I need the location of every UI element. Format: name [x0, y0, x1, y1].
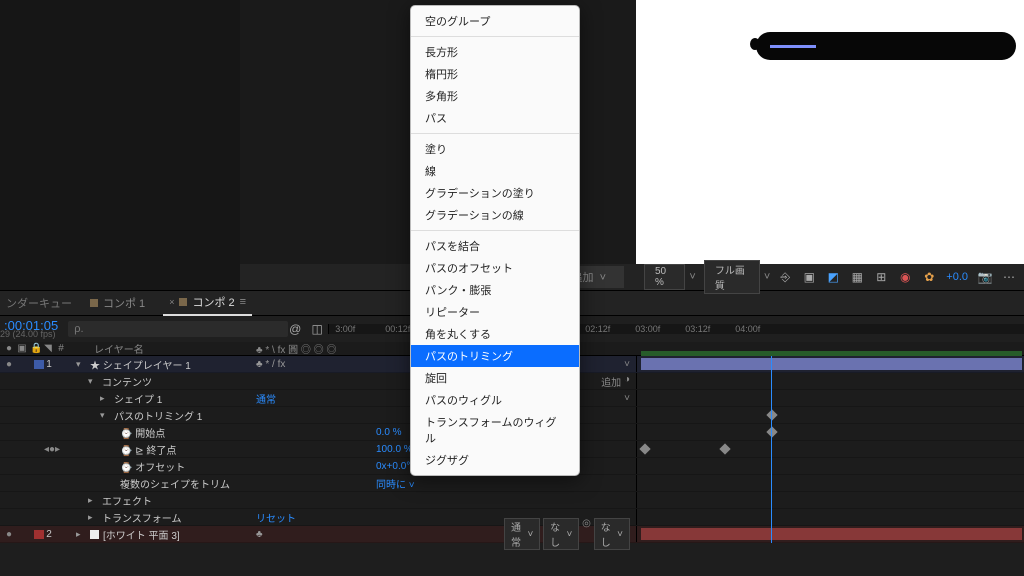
audio-icon[interactable]: ▣ — [17, 343, 27, 354]
grid-icon[interactable]: ▦ — [850, 270, 864, 284]
quality-select[interactable]: フル画質 — [704, 260, 760, 294]
menu-fill[interactable]: 塗り — [411, 138, 579, 160]
layer-search[interactable]: ρ. — [68, 321, 288, 337]
graph-icon[interactable]: ◫ — [310, 322, 324, 336]
gear-icon[interactable]: ✿ — [922, 270, 936, 284]
add-context-menu: 空のグループ 長方形 楕円形 多角形 パス 塗り 線 グラデーションの塗り グラ… — [410, 5, 580, 476]
crop-icon[interactable]: ▣ — [802, 270, 816, 284]
menu-wiggle-transform[interactable]: トランスフォームのウィグル — [411, 411, 579, 449]
layer-2[interactable]: ●2 ▸[ホワイト 平面 3] ♣ 通常 ˅ なし ˅ ◎ なし ˅ — [0, 526, 1024, 543]
menu-round-corners[interactable]: 角を丸くする — [411, 323, 579, 345]
menu-gradient-stroke[interactable]: グラデーションの線 — [411, 204, 579, 226]
menu-path[interactable]: パス — [411, 107, 579, 129]
camera-icon[interactable]: 📷 — [978, 270, 992, 284]
prop-trim-multi[interactable]: 複数のシェイプをトリム 同時に ˅ — [0, 475, 1024, 492]
menu-merge-paths[interactable]: パスを結合 — [411, 235, 579, 257]
menu-offset-paths[interactable]: パスのオフセット — [411, 257, 579, 279]
menu-empty-group[interactable]: 空のグループ — [411, 10, 579, 32]
prop-effects[interactable]: ▸エフェクト — [0, 492, 1024, 509]
add-chevron-icon[interactable]: ◑ — [624, 374, 630, 389]
preview-toolbar: 50 %˅ フル画質˅ ⎆ ▣ ◩ ▦ ⊞ ◉ ✿ +0.0 📷 ⋯ — [636, 264, 1024, 290]
visibility-icon[interactable]: ● — [4, 343, 14, 354]
brush-stroke — [756, 32, 1016, 60]
menu-repeater[interactable]: リピーター — [411, 301, 579, 323]
keyframe[interactable] — [766, 409, 777, 420]
tab-comp1[interactable]: コンポ 1 — [84, 291, 151, 315]
color-wheel-icon[interactable]: ◉ — [898, 270, 912, 284]
menu-rectangle[interactable]: 長方形 — [411, 41, 579, 63]
menu-pucker-bloat[interactable]: パンク・膨張 — [411, 279, 579, 301]
export-icon[interactable]: ⎆ — [778, 270, 792, 284]
guides-icon[interactable]: ⊞ — [874, 270, 888, 284]
canvas[interactable] — [636, 0, 1024, 264]
keyframe[interactable] — [766, 426, 777, 437]
menu-polygon[interactable]: 多角形 — [411, 85, 579, 107]
render-queue-tab[interactable]: ンダーキュー — [6, 295, 72, 311]
playhead-line[interactable] — [771, 356, 772, 543]
menu-wiggle-paths[interactable]: パスのウィグル — [411, 389, 579, 411]
tab-comp2[interactable]: ×コンポ 2≡ — [163, 290, 252, 316]
keyframe[interactable] — [639, 443, 650, 454]
add-button[interactable]: 追加 — [601, 374, 621, 389]
zoom-select[interactable]: 50 % — [644, 264, 685, 290]
menu-ellipse[interactable]: 楕円形 — [411, 63, 579, 85]
mask-icon[interactable]: ◩ — [826, 270, 840, 284]
exposure-value[interactable]: +0.0 — [946, 271, 968, 283]
column-layer-name[interactable]: レイヤー名 — [76, 341, 256, 356]
keyframe[interactable] — [719, 443, 730, 454]
menu-zigzag[interactable]: ジグザグ — [411, 449, 579, 471]
menu-twist[interactable]: 旋回 — [411, 367, 579, 389]
blend-mode-select[interactable]: 通常 ˅ — [504, 518, 540, 550]
fps-label: 29 (24.00 fps) — [0, 330, 58, 339]
track-matte-select[interactable]: なし ˅ — [543, 518, 579, 550]
project-panel — [0, 0, 240, 290]
menu-stroke[interactable]: 線 — [411, 160, 579, 182]
composition-preview: 50 %˅ フル画質˅ ⎆ ▣ ◩ ▦ ⊞ ◉ ✿ +0.0 📷 ⋯ — [636, 0, 1024, 290]
more-icon[interactable]: ⋯ — [1002, 270, 1016, 284]
lock-icon[interactable]: 🔒 — [30, 343, 40, 354]
menu-gradient-fill[interactable]: グラデーションの塗り — [411, 182, 579, 204]
parent-select[interactable]: なし ˅ — [594, 518, 630, 550]
link-icon[interactable]: @ — [288, 322, 302, 336]
menu-trim-paths[interactable]: パスのトリミング — [411, 345, 579, 367]
